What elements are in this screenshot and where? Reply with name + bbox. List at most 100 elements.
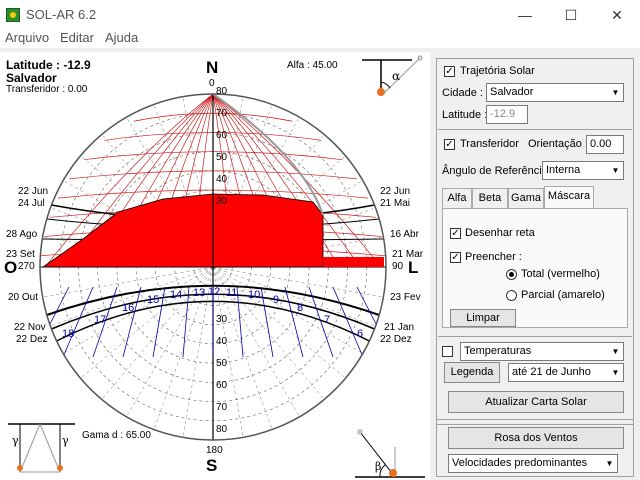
- altitude-label: 50: [216, 152, 228, 163]
- temperaturas-checkbox[interactable]: [442, 346, 453, 357]
- altitude-label: 30: [216, 314, 228, 325]
- altitude-label: 60: [216, 380, 228, 391]
- date-label-right: 23 Fev: [390, 292, 421, 303]
- hour-line: [182, 286, 190, 358]
- preencher-checkbox[interactable]: ✓: [450, 252, 461, 263]
- altitude-label: 70: [216, 108, 228, 119]
- orientacao-label: Orientação :: [528, 138, 588, 150]
- hour-label: 11: [226, 287, 238, 299]
- velocidades-select[interactable]: Velocidades predominantes ▼: [448, 454, 618, 473]
- cardinal-east: L: [408, 258, 419, 277]
- date-label-right: 22 Jun: [380, 186, 411, 197]
- angulo-value: Interna: [546, 164, 581, 176]
- tab-alfa[interactable]: Alfa: [442, 188, 472, 208]
- divider: [438, 129, 632, 130]
- ate-value: até 21 de Junho: [512, 366, 591, 378]
- ate-select[interactable]: até 21 de Junho ▼: [508, 363, 624, 382]
- transferidor-label: Transferidor: [460, 138, 519, 150]
- menu-editar[interactable]: Editar: [60, 30, 94, 45]
- parcial-radio[interactable]: [506, 290, 517, 301]
- date-label-left: 24 Jul: [18, 198, 45, 209]
- desenhar-reta-label: Desenhar reta: [465, 227, 535, 239]
- chevron-down-icon[interactable]: ▼: [608, 84, 623, 101]
- transferidor-readout: Transferidor : 0.00: [6, 84, 88, 95]
- latitude-label: Latitude :: [442, 109, 488, 121]
- cardinal-north: N: [206, 58, 219, 77]
- date-label-left: 22 Dez: [16, 334, 48, 345]
- altitude-label: 60: [216, 130, 228, 141]
- altitude-label: 70: [216, 402, 228, 413]
- title-bar: SOL-AR 6.2 — ☐ ✕: [0, 0, 640, 30]
- desenhar-reta-checkbox[interactable]: ✓: [450, 228, 461, 239]
- hour-label: 10: [248, 289, 261, 301]
- altitude-label: 80: [216, 424, 228, 435]
- hour-label: 16: [122, 302, 135, 314]
- tab-mascara[interactable]: Máscara: [544, 186, 594, 208]
- chevron-down-icon[interactable]: ▼: [608, 343, 623, 360]
- date-label-right: 22 Dez: [380, 334, 412, 345]
- cidade-value: Salvador: [490, 86, 534, 98]
- hour-label: 9: [273, 294, 280, 306]
- date-label-left: 22 Nov: [14, 322, 46, 333]
- trajetoria-checkbox[interactable]: ✓: [444, 66, 455, 77]
- gamma-symbol-left: γ: [12, 434, 19, 447]
- minimize-button[interactable]: —: [502, 0, 548, 30]
- hour-label: 13: [193, 287, 206, 299]
- total-radio[interactable]: [506, 269, 517, 280]
- altitude-label: 50: [216, 358, 228, 369]
- parcial-label: Parcial (amarelo): [521, 289, 605, 301]
- trajetoria-label: Trajetória Solar: [460, 65, 535, 77]
- gama-readout: Gama d : 65.00: [82, 430, 151, 441]
- altitude-label: 80: [216, 86, 228, 97]
- hour-label: 14: [170, 289, 183, 301]
- menu-ajuda[interactable]: Ajuda: [105, 30, 138, 45]
- temperaturas-select[interactable]: Temperaturas ▼: [460, 342, 624, 361]
- rosa-dos-ventos-button[interactable]: Rosa dos Ventos: [448, 427, 624, 449]
- hour-label: 8: [297, 302, 304, 314]
- transferidor-checkbox[interactable]: ✓: [444, 139, 455, 150]
- preencher-label: Preencher :: [465, 251, 522, 263]
- chevron-down-icon[interactable]: ▼: [608, 162, 623, 179]
- azimuth-180: 180: [206, 445, 223, 456]
- altitude-label: 40: [216, 174, 228, 185]
- temperaturas-value: Temperaturas: [464, 345, 532, 357]
- altitude-label: 30: [216, 196, 228, 207]
- hour-label: 6: [357, 328, 364, 340]
- azimuth-270: 270: [18, 261, 35, 272]
- azimuth-90: 90: [392, 261, 404, 272]
- close-button[interactable]: ✕: [594, 0, 640, 30]
- date-label-left: 23 Set: [6, 249, 35, 260]
- angulo-label: Ângulo de Referência:: [442, 165, 551, 177]
- azimuth-0: 0: [209, 78, 215, 89]
- cardinal-south: S: [206, 456, 218, 475]
- menu-bar: Arquivo Editar Ajuda: [0, 30, 640, 48]
- hour-label: 18: [62, 328, 75, 340]
- beta-protractor-icon: [355, 429, 425, 478]
- hour-label: 15: [147, 294, 160, 306]
- cidade-select[interactable]: Salvador ▼: [486, 83, 624, 102]
- solar-chart-area[interactable]: α γ γ β Latitude : -12.9 Salvador Transf…: [0, 52, 430, 480]
- hour-label: 17: [94, 314, 107, 326]
- cardinal-west: O: [4, 258, 18, 277]
- tab-beta[interactable]: Beta: [472, 188, 508, 208]
- angulo-select[interactable]: Interna ▼: [542, 161, 624, 180]
- atualizar-carta-button[interactable]: Atualizar Carta Solar: [448, 391, 624, 413]
- menu-arquivo[interactable]: Arquivo: [5, 30, 49, 45]
- gamma-symbol-right: γ: [62, 434, 69, 447]
- solar-chart[interactable]: α γ γ β: [0, 52, 430, 480]
- tab-strip: Alfa Beta Gama Máscara: [442, 186, 628, 208]
- cidade-label: Cidade :: [442, 87, 483, 99]
- orientacao-field[interactable]: 0.00: [586, 135, 624, 154]
- date-label-left: 20 Out: [8, 292, 39, 303]
- limpar-button[interactable]: Limpar: [450, 309, 516, 327]
- maximize-button[interactable]: ☐: [548, 0, 594, 30]
- total-label: Total (vermelho): [521, 268, 600, 280]
- hour-label: 7: [324, 314, 331, 326]
- date-label-left: 28 Ago: [6, 229, 38, 240]
- shading-mask-strip: [323, 257, 384, 267]
- latitude-field[interactable]: -12.9: [486, 105, 528, 124]
- legenda-button[interactable]: Legenda: [444, 362, 500, 383]
- chevron-down-icon[interactable]: ▼: [602, 455, 617, 472]
- chevron-down-icon[interactable]: ▼: [608, 364, 623, 381]
- tab-gama[interactable]: Gama: [508, 188, 544, 208]
